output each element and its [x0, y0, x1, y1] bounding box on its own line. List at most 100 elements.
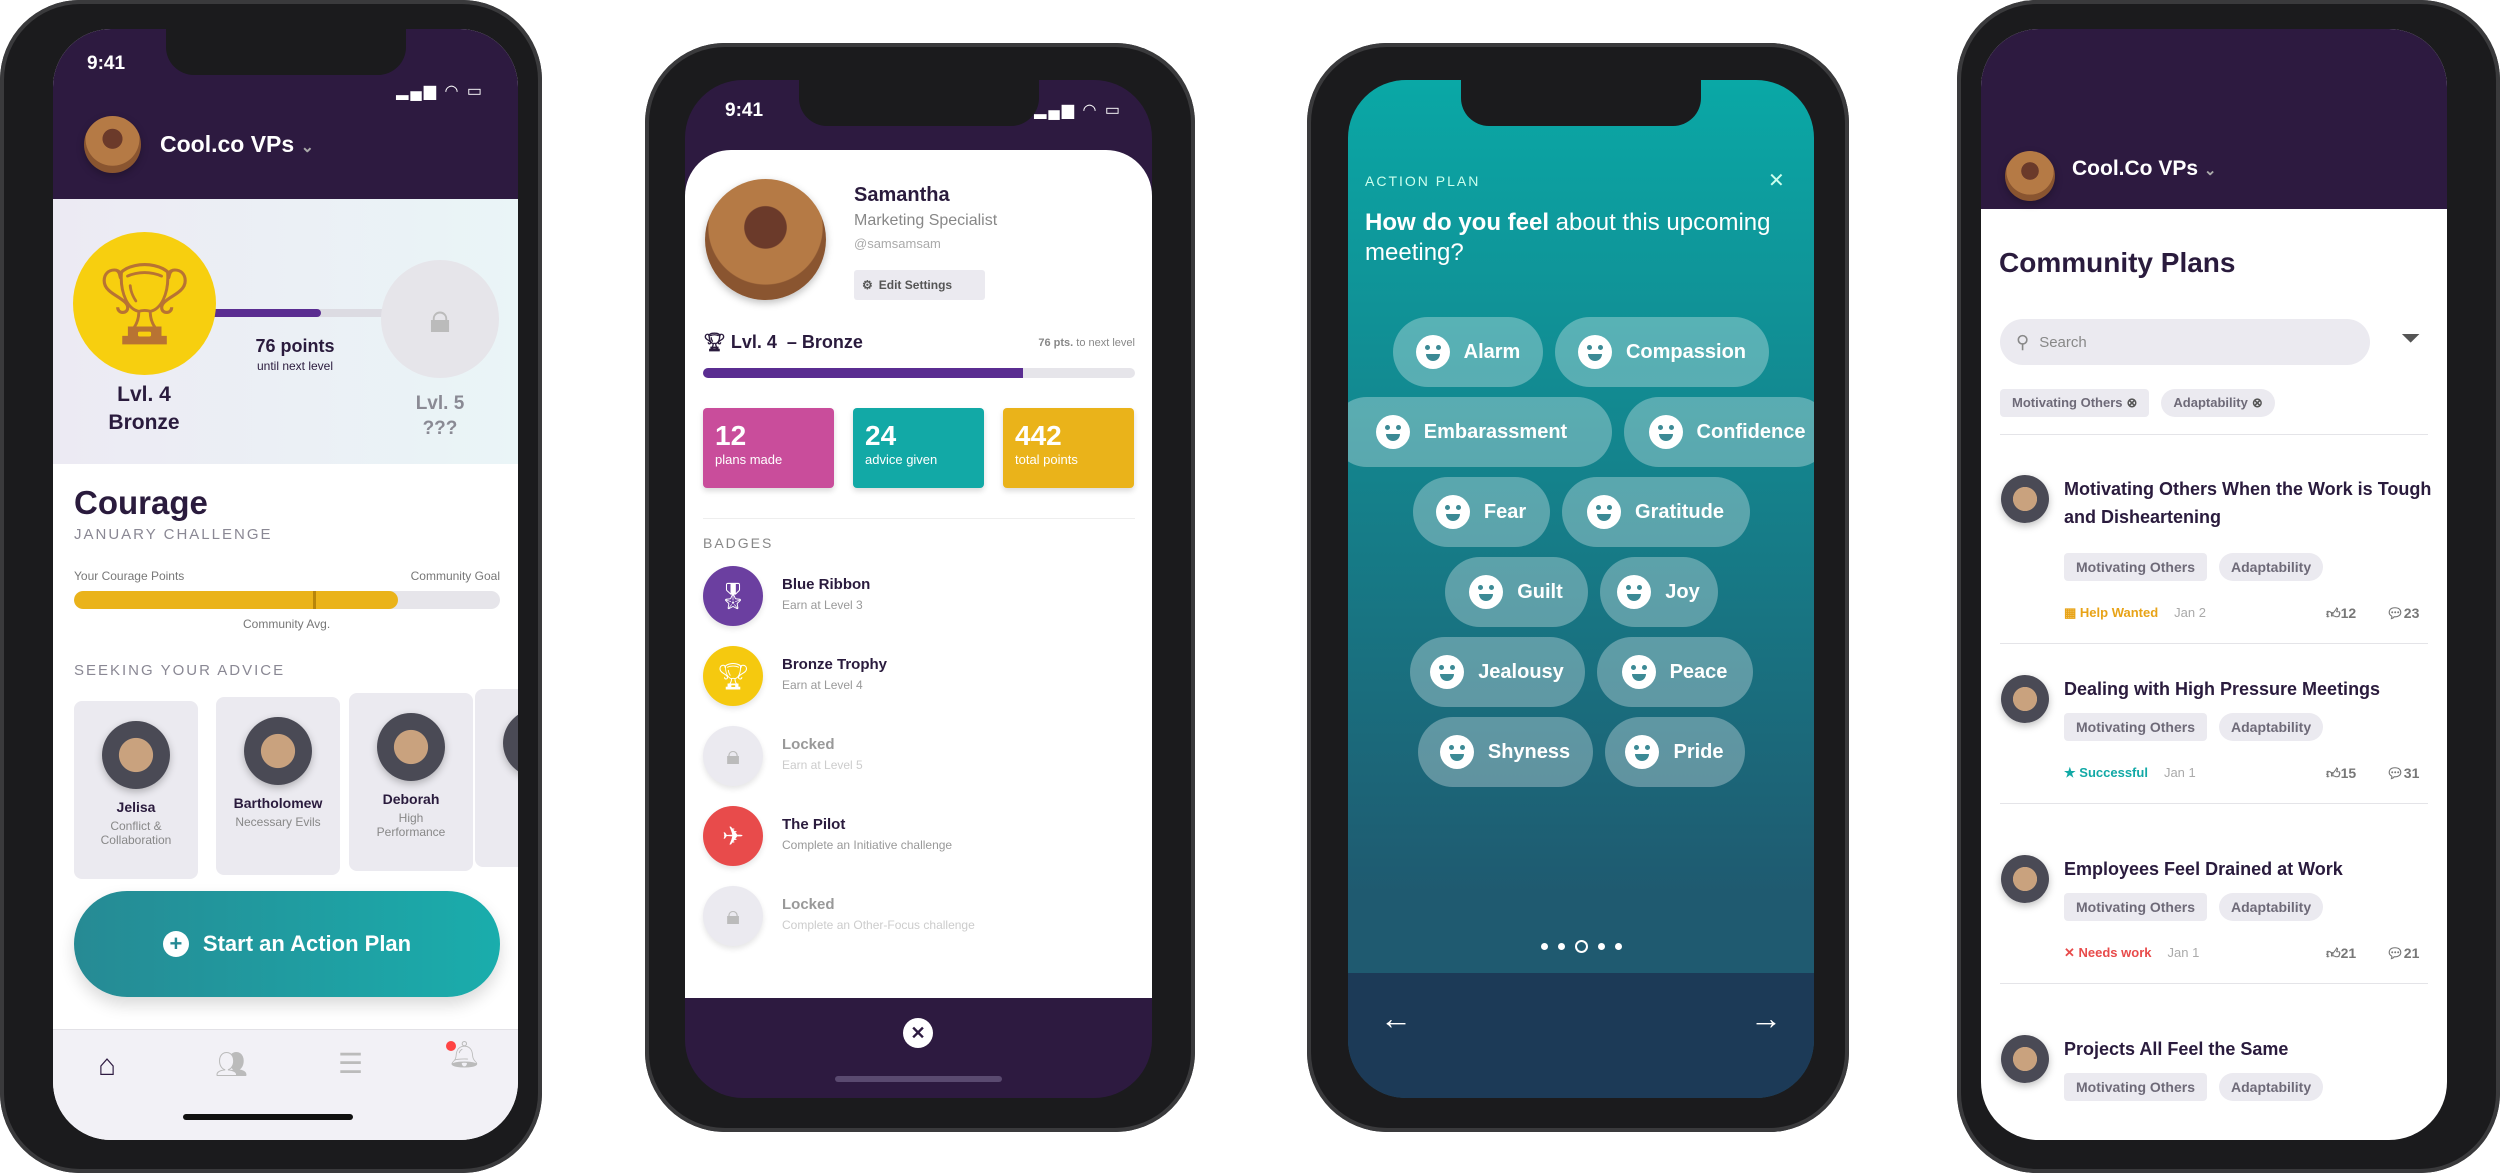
tab-notifications[interactable]: 🔔︎	[446, 1039, 481, 1070]
emotion-label: Embarassment	[1423, 420, 1568, 443]
advice-card[interactable]: Bartholomew Necessary Evils	[216, 697, 340, 875]
page-dot[interactable]	[1597, 943, 1605, 950]
filter-chip[interactable]: Motivating Others ⊗	[2000, 389, 2150, 417]
plan-tag[interactable]: Motivating Others	[2064, 713, 2208, 741]
close-icon[interactable]: ✕	[1768, 168, 1785, 193]
advice-name: Bartholomew	[233, 795, 323, 811]
filter-chip[interactable]: Adaptability ⊗	[2161, 389, 2275, 417]
plan-item[interactable]: Motivating Others When the Work is Tough…	[1981, 469, 2447, 644]
emotion-chip-alarm[interactable]: Alarm	[1393, 317, 1543, 387]
pts-to-next: 76 pts. to next level	[1038, 337, 1135, 349]
close-button[interactable]: ✕	[903, 1018, 933, 1048]
plan-title[interactable]: Motivating Others When the Work is Tough…	[2064, 475, 2434, 531]
plan-tag[interactable]: Motivating Others	[2064, 1073, 2208, 1101]
pride-face-icon	[1625, 735, 1660, 769]
plan-tag[interactable]: Motivating Others	[2064, 553, 2208, 581]
badge-row: 🎖︎ Blue Ribbon Earn at Level 3	[703, 566, 1133, 626]
advice-card[interactable]: Jelisa Conflict & Collaboration	[74, 701, 198, 879]
advice-card[interactable]: Deborah High Performance	[349, 693, 473, 871]
emotion-chip-confidence[interactable]: Confidence	[1623, 397, 1814, 467]
edit-settings-button[interactable]: ⚙ Edit Settings	[854, 270, 985, 300]
avatar[interactable]	[84, 116, 141, 173]
comments[interactable]: 💬︎21	[2386, 945, 2419, 962]
plan-item[interactable]: Dealing with High Pressure Meetings Motiv…	[1981, 669, 2447, 844]
divider	[703, 518, 1135, 519]
emotion-label: Guilt	[1517, 580, 1563, 603]
emotion-chip-joy[interactable]: Joy	[1599, 557, 1718, 627]
plan-title[interactable]: Dealing with High Pressure Meetings	[2064, 675, 2434, 703]
plan-author-avatar	[2001, 1035, 2049, 1083]
lock-icon: 🔒︎	[703, 726, 763, 786]
plan-tag[interactable]: Adaptability	[2219, 553, 2324, 581]
emotion-label: Joy	[1665, 580, 1700, 603]
likes[interactable]: 👍︎15	[2326, 765, 2356, 782]
search-icon: ⚲	[2016, 331, 2030, 352]
like-count: 21	[2340, 945, 2357, 961]
tier-label: Bronze	[108, 411, 180, 434]
level-heading: 🏆︎ Lvl. 4 – Bronze	[703, 332, 863, 353]
filter-icon[interactable]: ⏷	[2401, 325, 2420, 353]
plan-tag[interactable]: Adaptability	[2219, 713, 2324, 741]
emotion-chip-compassion[interactable]: Compassion	[1555, 317, 1769, 387]
start-action-plan-button[interactable]: + Start an Action Plan	[74, 891, 500, 997]
comment-icon: 💬︎	[2386, 945, 2404, 961]
tab-list[interactable]: ☰	[338, 1047, 363, 1080]
trophy-icon: 🏆︎	[703, 332, 726, 352]
question: How do you feel about this upcoming meet…	[1365, 208, 1795, 268]
comments[interactable]: 💬︎23	[2386, 605, 2419, 622]
tab-home[interactable]: ⌂	[98, 1049, 116, 1083]
forward-arrow-icon[interactable]: →	[1750, 1000, 1782, 1037]
remove-filter-icon[interactable]: ⊗	[2252, 395, 2263, 410]
thumbs-up-icon: 👍︎	[2326, 605, 2341, 621]
your-points-label: Your Courage Points	[74, 569, 185, 583]
divider	[2000, 983, 2428, 984]
emotion-label: Fear	[1483, 500, 1527, 523]
page-dot[interactable]	[1614, 943, 1622, 950]
likes[interactable]: 👍︎21	[2326, 945, 2356, 962]
emotion-label: Alarm	[1463, 340, 1521, 363]
likes[interactable]: 👍︎12	[2326, 605, 2356, 622]
plan-author-avatar	[2001, 855, 2049, 903]
pilot-icon: ✈︎	[703, 806, 763, 866]
emotion-chip-guilt[interactable]: Guilt	[1444, 557, 1588, 627]
avatar[interactable]	[2005, 151, 2055, 201]
plan-author-avatar	[2001, 675, 2049, 723]
emotion-chip-fear[interactable]: Fear	[1412, 477, 1550, 547]
search-input[interactable]: ⚲ Search	[2000, 319, 2370, 365]
plan-tag[interactable]: Adaptability	[2219, 1073, 2324, 1101]
filter-label: Adaptability	[2173, 395, 2248, 410]
remove-filter-icon[interactable]: ⊗	[2127, 395, 2138, 410]
emotion-chip-peace[interactable]: Peace	[1596, 637, 1753, 707]
emotion-chip-shyness[interactable]: Shyness	[1417, 717, 1593, 787]
profile-screen: 9:41 ▂▄▆ ◠ ▭ Samantha Marketing Speciali…	[685, 80, 1152, 1098]
plan-title[interactable]: Employees Feel Drained at Work	[2064, 855, 2434, 883]
tab-people[interactable]: 👥︎	[215, 1049, 248, 1080]
thumbs-up-icon: 👍︎	[2326, 945, 2341, 961]
page-dot[interactable]	[1557, 943, 1565, 950]
plan-item[interactable]: Projects All Feel the Same Motivating Oth…	[1981, 1029, 2447, 1140]
group-switcher[interactable]: Cool.co VPs ⌄	[160, 131, 314, 158]
badge-sub: Earn at Level 5	[782, 758, 863, 772]
plan-title[interactable]: Projects All Feel the Same	[2064, 1035, 2434, 1063]
plan-tags: Motivating Others Adaptability	[2064, 1073, 2335, 1101]
emotion-chip-gratitude[interactable]: Gratitude	[1561, 477, 1750, 547]
page-dot[interactable]	[1540, 943, 1548, 950]
advice-card[interactable]: DeMo C	[475, 689, 518, 867]
stat-box: 24 advice given	[853, 408, 984, 488]
badge-row: 🔒︎ Locked Complete an Other-Focus challeng…	[703, 886, 1133, 946]
advice-avatar	[244, 717, 312, 785]
plan-item[interactable]: Employees Feel Drained at Work Motivating…	[1981, 849, 2447, 1024]
group-switcher[interactable]: Cool.Co VPs ⌄	[2072, 157, 2216, 181]
plan-tag[interactable]: Adaptability	[2219, 893, 2324, 921]
emotion-chip-embarassment[interactable]: Embarassment	[1348, 397, 1612, 467]
page-dot-current[interactable]	[1574, 940, 1588, 953]
plan-tag[interactable]: Motivating Others	[2064, 893, 2208, 921]
comments[interactable]: 💬︎31	[2386, 765, 2419, 782]
emotion-chip-pride[interactable]: Pride	[1604, 717, 1745, 787]
emotion-chip-jealousy[interactable]: Jealousy	[1409, 637, 1585, 707]
lock-icon: 🔒︎	[703, 886, 763, 946]
back-arrow-icon[interactable]: ←	[1380, 1000, 1412, 1037]
points-sub: until next level	[256, 359, 334, 373]
notch	[165, 29, 406, 75]
divider	[2000, 434, 2428, 435]
